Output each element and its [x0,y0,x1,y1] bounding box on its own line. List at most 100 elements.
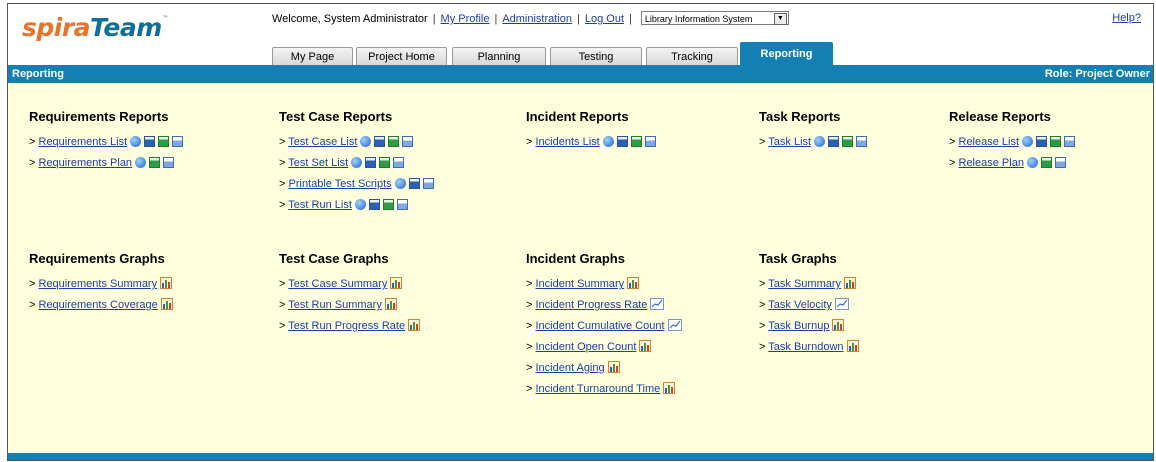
incident-graphs-section: Incident Graphs > Incident Summary > Incid… [526,249,756,400]
section-heading: Release Reports [949,109,1051,124]
excel-spreadsheet-icon[interactable] [1040,156,1052,168]
incident-progress-rate-link[interactable]: Incident Progress Rate [536,299,648,311]
section-heading: Test Case Graphs [279,251,389,266]
html-report-icon[interactable] [394,177,406,189]
word-document-icon[interactable] [368,198,380,210]
word-document-icon[interactable] [374,135,386,147]
xml-report-icon[interactable] [402,135,414,147]
excel-spreadsheet-icon[interactable] [388,135,400,147]
tab-testing[interactable]: Testing [550,47,642,65]
html-report-icon[interactable] [130,135,142,147]
html-report-icon[interactable] [1026,156,1038,168]
html-report-icon[interactable] [351,156,363,168]
xml-report-icon[interactable] [163,156,175,168]
my-profile-link[interactable]: My Profile [441,13,490,25]
incident-reports-section: Incident Reports > Incidents List [526,107,756,153]
html-report-icon[interactable] [354,198,366,210]
requirements-plan-link[interactable]: Requirements Plan [39,157,133,169]
tab-my-page[interactable]: My Page [272,47,353,65]
administration-link[interactable]: Administration [502,13,572,25]
bar-chart-icon[interactable] [384,298,397,311]
excel-spreadsheet-icon[interactable] [1050,135,1062,147]
tab-tracking[interactable]: Tracking [646,47,738,65]
separator: | [629,12,632,25]
task-list-link[interactable]: Task List [768,136,811,148]
excel-spreadsheet-icon[interactable] [630,135,642,147]
incident-aging-link[interactable]: Incident Aging [536,362,605,374]
task-summary-link[interactable]: Task Summary [768,278,841,290]
bullet-arrow: > [759,136,766,148]
incident-open-count-link[interactable]: Incident Open Count [536,341,637,353]
html-report-icon[interactable] [360,135,372,147]
requirements-list-link[interactable]: Requirements List [39,136,128,148]
xml-report-icon[interactable] [172,135,184,147]
incidents-list-link[interactable]: Incidents List [536,136,600,148]
excel-spreadsheet-icon[interactable] [842,135,854,147]
xml-report-icon[interactable] [422,177,434,189]
html-report-icon[interactable] [135,156,147,168]
line-chart-icon[interactable] [667,319,682,332]
tab-project-home[interactable]: Project Home [356,47,447,65]
test-run-summary-link[interactable]: Test Run Summary [288,299,382,311]
test-run-list-link[interactable]: Test Run List [288,199,352,211]
bar-chart-icon[interactable] [844,277,857,290]
bullet-arrow: > [949,136,956,148]
tab-reporting[interactable]: Reporting [740,42,833,65]
help-link[interactable]: Help? [1112,12,1141,24]
test-case-summary-link[interactable]: Test Case Summary [288,278,387,290]
xml-report-icon[interactable] [1054,156,1066,168]
bar-chart-icon[interactable] [639,340,652,353]
xml-report-icon[interactable] [396,198,408,210]
tab-planning[interactable]: Planning [452,47,546,65]
excel-spreadsheet-icon[interactable] [149,156,161,168]
bullet-arrow: > [279,199,286,211]
bar-chart-icon[interactable] [663,382,676,395]
incident-turnaround-time-link[interactable]: Incident Turnaround Time [536,383,661,395]
incident-cumulative-count-link[interactable]: Incident Cumulative Count [536,320,665,332]
html-report-icon[interactable] [1022,135,1034,147]
bar-chart-icon[interactable] [627,277,640,290]
test-run-progress-rate-link[interactable]: Test Run Progress Rate [288,320,405,332]
test-case-reports-section: Test Case Reports > Test Case List > Test … [279,107,519,216]
word-document-icon[interactable] [1036,135,1048,147]
test-set-list-link[interactable]: Test Set List [288,157,348,169]
word-document-icon[interactable] [616,135,628,147]
line-chart-icon[interactable] [650,298,665,311]
excel-spreadsheet-icon[interactable] [379,156,391,168]
incident-summary-link[interactable]: Incident Summary [536,278,625,290]
project-select[interactable]: Library Information System ▼ [640,11,789,25]
bar-chart-icon[interactable] [832,319,845,332]
requirements-summary-link[interactable]: Requirements Summary [39,278,158,290]
task-burnup-link[interactable]: Task Burnup [768,320,829,332]
chevron-down-icon[interactable]: ▼ [773,13,787,25]
bar-chart-icon[interactable] [408,319,421,332]
html-report-icon[interactable] [602,135,614,147]
word-document-icon[interactable] [408,177,420,189]
excel-spreadsheet-icon[interactable] [382,198,394,210]
spirateam-logo[interactable]: spiraTeam ™ [22,13,168,42]
word-document-icon[interactable] [828,135,840,147]
bar-chart-icon[interactable] [390,277,403,290]
task-velocity-link[interactable]: Task Velocity [768,299,832,311]
report-item-task-burndown: > Task Burndown [759,337,949,358]
line-chart-icon[interactable] [834,298,849,311]
test-case-list-link[interactable]: Test Case List [288,136,357,148]
bar-chart-icon[interactable] [160,277,173,290]
bar-chart-icon[interactable] [160,298,173,311]
release-list-link[interactable]: Release List [959,136,1020,148]
xml-report-icon[interactable] [1064,135,1076,147]
word-document-icon[interactable] [365,156,377,168]
release-plan-link[interactable]: Release Plan [959,157,1024,169]
bar-chart-icon[interactable] [846,340,859,353]
html-report-icon[interactable] [814,135,826,147]
xml-report-icon[interactable] [856,135,868,147]
xml-report-icon[interactable] [393,156,405,168]
task-burndown-link[interactable]: Task Burndown [768,341,843,353]
requirements-coverage-link[interactable]: Requirements Coverage [39,299,158,311]
excel-spreadsheet-icon[interactable] [158,135,170,147]
xml-report-icon[interactable] [644,135,656,147]
log-out-link[interactable]: Log Out [585,13,624,25]
bar-chart-icon[interactable] [607,361,620,374]
word-document-icon[interactable] [144,135,156,147]
printable-test-scripts-link[interactable]: Printable Test Scripts [289,178,392,190]
